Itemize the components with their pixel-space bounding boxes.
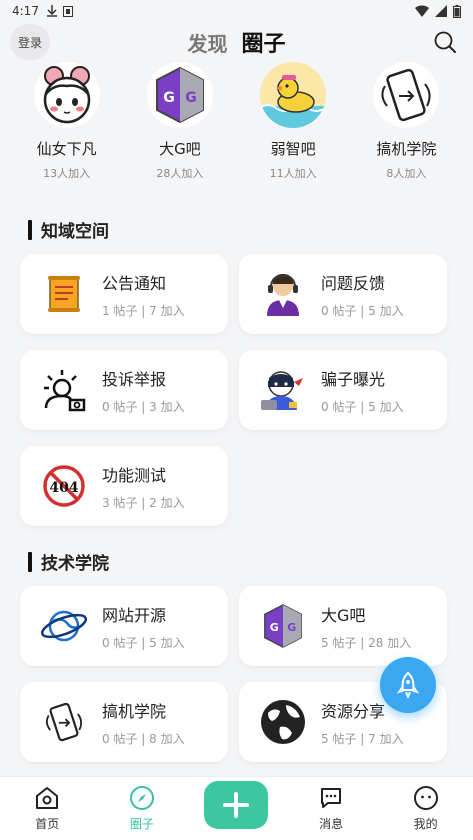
- featured-circle-name: 大G吧: [159, 140, 201, 158]
- compass-icon: [129, 786, 154, 810]
- card-title: 问题反馈: [321, 273, 386, 293]
- search-icon[interactable]: [433, 30, 457, 54]
- featured-circle-name: 搞机学院: [376, 140, 437, 158]
- thief-icon: [257, 364, 309, 416]
- card-title: 网站开源: [102, 605, 167, 625]
- status-bar: 4:17: [0, 0, 473, 22]
- circle-card[interactable]: 404 功能测试 3 帖子 | 2 加入: [20, 446, 228, 526]
- nav-circles-label: 圈子: [129, 817, 154, 831]
- plus-icon: [223, 791, 250, 818]
- support-agent-icon: [257, 268, 309, 320]
- circle-card[interactable]: 问题反馈 0 帖子 | 5 加入: [239, 254, 447, 334]
- card-stats: 1 帖子 | 7 加入: [102, 303, 185, 318]
- card-title: 骗子曝光: [321, 369, 386, 389]
- nav-circles[interactable]: 圈子: [107, 785, 177, 832]
- circle-card[interactable]: 网站开源 0 帖子 | 5 加入: [20, 586, 228, 666]
- card-stats: 0 帖子 | 5 加入: [321, 303, 404, 318]
- circle-card[interactable]: 骗子曝光 0 帖子 | 5 加入: [239, 350, 447, 430]
- featured-circle-count: 8人加入: [386, 167, 427, 180]
- rocket-fab-button[interactable]: [380, 657, 436, 713]
- featured-circles: 仙女下凡 13人加入 G G 大G吧 28人加入 弱智吧 11人加入 搞机学院 …: [0, 62, 473, 181]
- app-notification-icon: [62, 5, 73, 17]
- phone-tinker-icon: [38, 696, 90, 748]
- profile-face-icon: [413, 786, 438, 810]
- nav-create[interactable]: [201, 780, 271, 829]
- login-button[interactable]: 登录: [10, 24, 50, 60]
- top-tabs: 发现 圈子: [187, 26, 285, 58]
- chat-icon: [321, 788, 342, 808]
- signal-icon: [435, 5, 447, 17]
- featured-circle-count: 28人加入: [156, 167, 204, 180]
- card-title: 大G吧: [321, 605, 366, 625]
- svg-text:404: 404: [49, 480, 78, 496]
- featured-circle-name: 弱智吧: [270, 140, 316, 158]
- card-stats: 3 帖子 | 2 加入: [102, 495, 185, 510]
- create-post-button[interactable]: [204, 780, 269, 829]
- nav-mine[interactable]: 我的: [391, 785, 461, 832]
- planet-icon: [38, 600, 90, 652]
- featured-circle[interactable]: G G 大G吧 28人加入: [130, 62, 230, 181]
- bottom-nav: 首页 圈子 消息 我的: [0, 776, 473, 840]
- fairy-girl-icon: [33, 62, 100, 128]
- featured-circle[interactable]: 弱智吧 11人加入: [243, 62, 343, 181]
- phone-tinker-icon: [373, 62, 440, 128]
- nav-messages[interactable]: 消息: [296, 785, 366, 832]
- featured-circle-name: 仙女下凡: [36, 140, 97, 158]
- svg-text:G: G: [270, 621, 279, 634]
- featured-circle[interactable]: 搞机学院 8人加入: [356, 62, 456, 181]
- nav-messages-label: 消息: [319, 817, 344, 831]
- nav-mine-label: 我的: [413, 817, 438, 831]
- card-title: 功能测试: [102, 465, 167, 485]
- card-stats: 5 帖子 | 7 加入: [321, 731, 404, 746]
- circle-card[interactable]: 公告通知 1 帖子 | 7 加入: [20, 254, 228, 334]
- svg-text:G: G: [163, 90, 175, 106]
- section-title: 技术学院: [28, 549, 109, 574]
- download-icon: [46, 5, 57, 17]
- game-guardian-icon: G G: [146, 62, 213, 128]
- card-stats: 0 帖子 | 8 加入: [102, 731, 185, 746]
- scroll-icon: [38, 268, 90, 320]
- rocket-icon: [397, 672, 419, 698]
- report-user-icon: [38, 364, 90, 416]
- no-404-icon: 404: [38, 460, 90, 512]
- nav-home-label: 首页: [35, 817, 60, 831]
- svg-text:G: G: [185, 90, 197, 106]
- card-title: 投诉举报: [102, 369, 167, 389]
- featured-circle[interactable]: 仙女下凡 13人加入: [17, 62, 117, 181]
- card-stats: 0 帖子 | 3 加入: [102, 399, 185, 414]
- section-title: 知域空间: [28, 217, 109, 242]
- game-guardian-icon: GG: [257, 600, 309, 652]
- circle-card[interactable]: GG 大G吧 5 帖子 | 28 加入: [239, 586, 447, 666]
- featured-circle-count: 11人加入: [269, 167, 317, 180]
- battery-icon: [453, 4, 461, 18]
- tab-discover[interactable]: 发现: [187, 28, 227, 57]
- circle-card[interactable]: 搞机学院 0 帖子 | 8 加入: [20, 682, 228, 762]
- card-title: 公告通知: [102, 273, 167, 293]
- card-stats: 0 帖子 | 5 加入: [102, 635, 185, 650]
- card-stats: 0 帖子 | 5 加入: [321, 399, 404, 414]
- globe-icon: [257, 696, 309, 748]
- featured-circle-count: 13人加入: [43, 167, 91, 180]
- tab-circles[interactable]: 圈子: [241, 26, 285, 58]
- card-stats: 5 帖子 | 28 加入: [321, 635, 412, 650]
- svg-text:G: G: [287, 621, 296, 634]
- rubber-duck-icon: [260, 62, 327, 128]
- status-time: 4:17: [12, 4, 39, 18]
- circle-card[interactable]: 投诉举报 0 帖子 | 3 加入: [20, 350, 228, 430]
- wifi-icon: [415, 5, 429, 17]
- top-header: 登录 发现 圈子: [0, 22, 473, 62]
- nav-home[interactable]: 首页: [12, 785, 82, 832]
- card-title: 搞机学院: [102, 701, 167, 721]
- home-icon: [36, 787, 59, 809]
